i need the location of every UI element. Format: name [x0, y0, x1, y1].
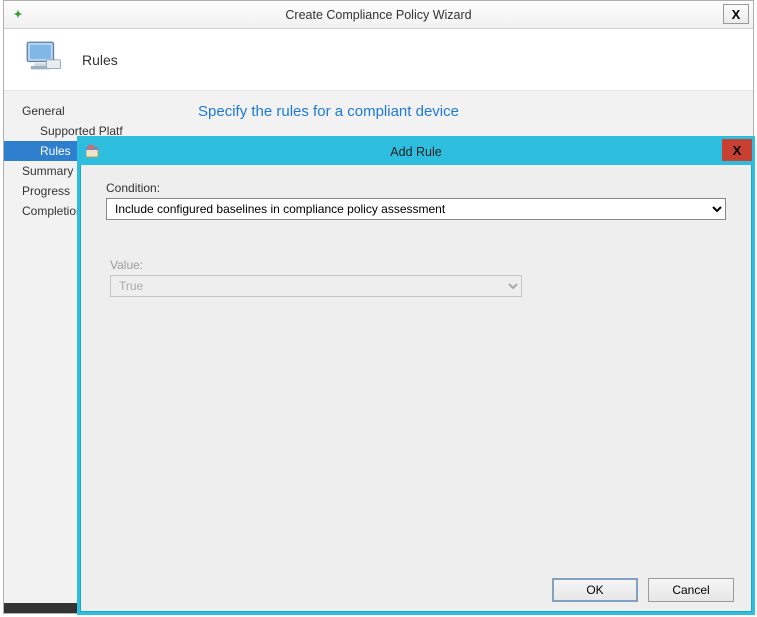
dialog-body: Condition: Include configured baselines …: [80, 165, 752, 568]
nav-item-general[interactable]: General: [4, 101, 180, 121]
wizard-page-title: Rules: [82, 52, 118, 68]
wizard-header: Rules: [4, 29, 753, 91]
close-icon: X: [733, 143, 742, 158]
value-select: True: [110, 275, 522, 297]
cancel-button[interactable]: Cancel: [648, 578, 734, 602]
ok-button[interactable]: OK: [552, 578, 638, 602]
close-icon: X: [732, 7, 741, 22]
dialog-titlebar: Add Rule X: [80, 139, 752, 165]
condition-field: Condition: Include configured baselines …: [106, 181, 726, 220]
dialog-footer: OK Cancel: [80, 568, 752, 612]
wizard-title: Create Compliance Policy Wizard: [4, 8, 753, 22]
value-label: Value:: [110, 258, 726, 272]
monitor-icon: [22, 37, 64, 82]
value-field: Value: True: [106, 258, 726, 297]
wizard-instruction-text: Specify the rules for a compliant device: [198, 103, 735, 120]
add-rule-dialog: Add Rule X Condition: Include configured…: [77, 136, 755, 615]
condition-label: Condition:: [106, 181, 726, 195]
wizard-close-button[interactable]: X: [723, 4, 749, 24]
condition-select[interactable]: Include configured baselines in complian…: [106, 198, 726, 220]
dialog-title: Add Rule: [80, 145, 752, 159]
wizard-titlebar: ✦ Create Compliance Policy Wizard X: [4, 1, 753, 29]
dialog-close-button[interactable]: X: [722, 139, 752, 161]
